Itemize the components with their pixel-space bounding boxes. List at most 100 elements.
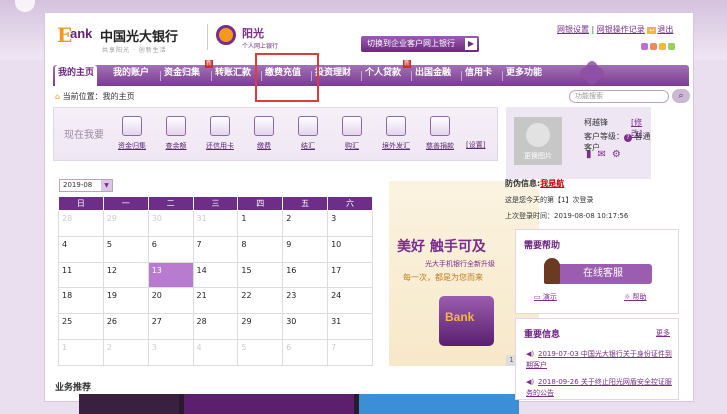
nav-invest[interactable]: 投资理财: [315, 65, 351, 86]
quick-item-repay-card[interactable]: 还信用卡: [200, 116, 240, 160]
theme-dot-orange[interactable]: [650, 43, 657, 50]
demo-link[interactable]: ▭ 演示: [534, 292, 557, 302]
theme-dot-yellow[interactable]: [659, 43, 666, 50]
nav-loan[interactable]: 个人贷款: [365, 65, 401, 86]
quick-actions: 现在我要 资金归集 查余额 还信用卡 缴费 结汇 购汇 境外发汇 慈善捐款 [设…: [53, 107, 498, 161]
quick-item-donate[interactable]: 慈善捐款: [420, 116, 460, 160]
calendar-day[interactable]: 9: [282, 235, 329, 263]
quick-item-settle-fx[interactable]: 结汇: [288, 116, 328, 160]
calendar-day[interactable]: 16: [282, 261, 329, 289]
calendar-day[interactable]: 2: [102, 339, 149, 366]
nav-transfer[interactable]: 转账汇款: [215, 65, 251, 86]
switch-enterprise-button[interactable]: 切换到企业客户网上银行 ▶: [361, 36, 479, 52]
breadcrumb-current[interactable]: 我的主页: [103, 92, 135, 101]
calendar-day[interactable]: 28: [192, 313, 239, 341]
calendar-day[interactable]: 29: [237, 313, 284, 341]
highlight-box: [255, 53, 319, 102]
calendar-day[interactable]: 18: [58, 287, 104, 315]
logo-bank: ank: [70, 26, 93, 41]
card-icon: [210, 116, 230, 136]
exchange-icon: [298, 116, 318, 136]
calendar-day[interactable]: 4: [58, 235, 104, 263]
quick-item-funds[interactable]: 资金归集: [112, 116, 152, 160]
phone-icon[interactable]: ▮: [586, 149, 598, 160]
news-item[interactable]: ◀) 2018-09-26 关于终止阳光网盾安全控证服务的公告: [526, 377, 674, 399]
quick-item-balance[interactable]: 查余额: [156, 116, 196, 160]
sun-icon: [216, 25, 236, 45]
quick-item-remit[interactable]: 境外发汇: [376, 116, 416, 160]
calendar-day[interactable]: 15: [237, 261, 284, 289]
calendar-day[interactable]: 28: [58, 210, 104, 237]
calendar-day[interactable]: 8: [237, 235, 284, 263]
theme-dot-purple[interactable]: [641, 43, 648, 50]
quick-item-pay-bill[interactable]: 缴费: [244, 116, 284, 160]
calendar-day[interactable]: 12: [102, 261, 149, 289]
calendar-day[interactable]: 10: [327, 235, 373, 263]
calendar-day[interactable]: 19: [102, 287, 149, 315]
settings-link[interactable]: 网银设置: [557, 25, 589, 34]
bank-logo[interactable]: E ank 中国光大银行 共享阳光 · 创新生活: [57, 23, 187, 57]
calendar-day[interactable]: 7: [327, 339, 373, 366]
calendar-day[interactable]: 31: [192, 210, 239, 237]
quick-settings-link[interactable]: [设置]: [466, 140, 485, 150]
switch-label: 切换到企业客户网上银行: [367, 39, 455, 48]
bill-icon: [254, 116, 274, 136]
nav-overseas[interactable]: 出国金融: [415, 65, 451, 86]
funds-icon: [122, 116, 142, 136]
nav-more[interactable]: 更多功能: [506, 65, 542, 86]
calendar-day[interactable]: 1: [58, 339, 104, 366]
calendar-day[interactable]: 6: [282, 339, 329, 366]
search-icon[interactable]: ⌕: [672, 89, 690, 103]
calendar-day[interactable]: 5: [237, 339, 284, 366]
nav-accounts[interactable]: 我的账户: [113, 65, 149, 86]
online-service-button[interactable]: 在线客服: [544, 258, 652, 284]
theme-dot-green[interactable]: [668, 43, 675, 50]
help-link[interactable]: ☼ 帮助: [624, 292, 647, 302]
nav-credit-card[interactable]: 信用卡: [465, 65, 492, 86]
calendar-day[interactable]: 30: [282, 313, 329, 341]
recommend-title: 业务推荐: [55, 383, 92, 393]
news-item[interactable]: ◀) 2019-07-03 中国光大银行关于身份证件到期客户: [526, 349, 674, 371]
calendar-day[interactable]: 21: [192, 287, 239, 315]
calendar-day[interactable]: 14: [192, 261, 239, 289]
settings-icon[interactable]: ⚙: [612, 149, 627, 160]
quick-item-buy-fx[interactable]: 购汇: [332, 116, 372, 160]
calendar-day[interactable]: 22: [237, 287, 284, 315]
recommend-strip[interactable]: [79, 394, 519, 414]
calendar-day[interactable]: 23: [282, 287, 329, 315]
calendar-day[interactable]: 13: [147, 261, 194, 289]
login-count: 这是您今天的第【1】次登录: [505, 196, 594, 204]
calendar-day[interactable]: 1: [237, 210, 284, 237]
sun-logo: 阳光 个人网上银行: [207, 24, 282, 50]
exit-link[interactable]: 退出: [657, 25, 673, 34]
search-input[interactable]: 功能搜索: [569, 90, 669, 103]
month-select[interactable]: 2019-08 ▼: [59, 179, 113, 192]
calendar-day[interactable]: 30: [147, 210, 194, 237]
nav-funds[interactable]: 资金归集: [164, 65, 200, 86]
calendar-day[interactable]: 6: [147, 235, 194, 263]
calendar-day[interactable]: 4: [192, 339, 239, 366]
calendar-day[interactable]: 20: [147, 287, 194, 315]
log-link[interactable]: 网银操作记录: [597, 25, 645, 34]
avatar[interactable]: 更换图片: [514, 117, 562, 165]
more-link[interactable]: 更多: [656, 328, 670, 338]
calendar-day[interactable]: 3: [147, 339, 194, 366]
calendar-day[interactable]: 29: [102, 210, 149, 237]
calendar-day[interactable]: 2: [282, 210, 329, 237]
calendar-day[interactable]: 26: [102, 313, 149, 341]
calendar-day[interactable]: 3: [327, 210, 373, 237]
fraud-value[interactable]: 我是航: [540, 179, 564, 188]
calendar-day[interactable]: 27: [147, 313, 194, 341]
weekday-header: 五: [282, 196, 329, 211]
mail-icon[interactable]: ✉: [598, 149, 612, 160]
calendar-day[interactable]: 25: [58, 313, 104, 341]
calendar-day[interactable]: 7: [192, 235, 239, 263]
calendar-day[interactable]: 17: [327, 261, 373, 289]
calendar-day[interactable]: 24: [327, 287, 373, 315]
nav-home[interactable]: 我的主页: [55, 65, 98, 86]
weekday-header: 日: [58, 196, 104, 211]
calendar-day[interactable]: 5: [102, 235, 149, 263]
speaker-icon: ◀): [526, 378, 535, 386]
calendar-day[interactable]: 31: [327, 313, 373, 341]
calendar-day[interactable]: 11: [58, 261, 104, 289]
